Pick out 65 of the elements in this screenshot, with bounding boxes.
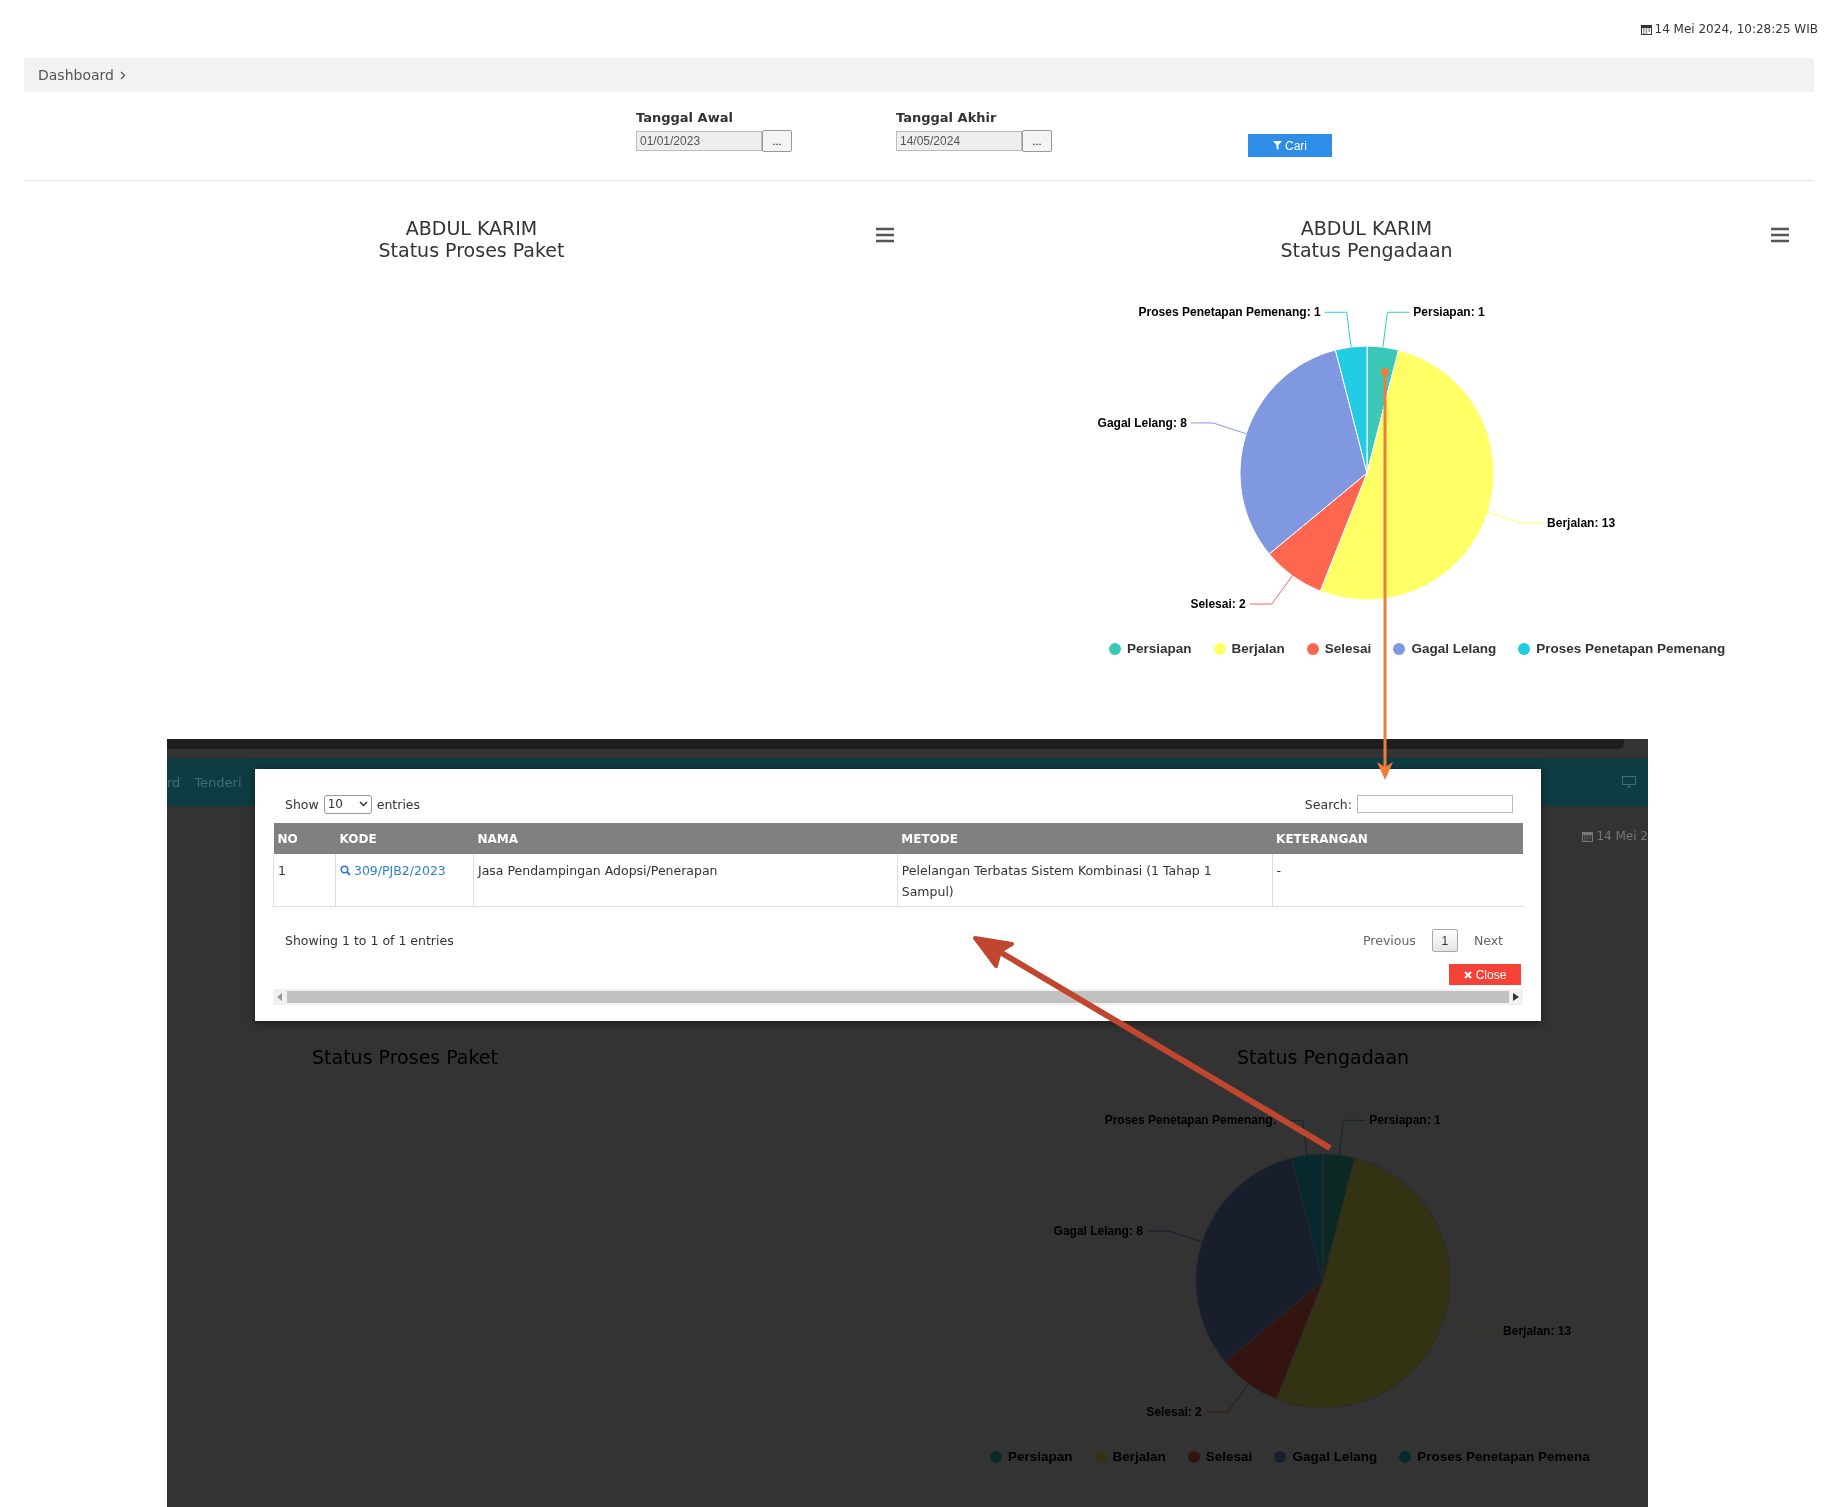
show-label: Show xyxy=(285,796,319,812)
column-header[interactable]: KETERANGAN xyxy=(1272,823,1523,854)
leader-line xyxy=(1205,1383,1249,1413)
data-label: Berjalan: 13 xyxy=(1546,516,1615,531)
caret-icon xyxy=(358,801,368,807)
horizontal-scrollbar[interactable] xyxy=(273,989,1523,1005)
date-time: 14 Mei 2024, 10:28:25 WIB xyxy=(1640,22,1818,36)
date-field[interactable]: 14/05/2024 xyxy=(896,131,1022,151)
date-picker-button[interactable]: ... xyxy=(1022,130,1052,152)
close-icon xyxy=(1463,970,1472,979)
table-cell: Pelelangan Terbatas Sistem Kombinasi (1 Tahap 1 Sampul) xyxy=(901,863,1212,899)
chart-title: ABDUL KARIM xyxy=(1300,217,1433,239)
breadcrumb-link[interactable]: Dashboard xyxy=(38,67,114,83)
entries-label: entries xyxy=(376,796,421,812)
data-label: Proses Penetapan Pemenang: 1 xyxy=(1138,305,1321,320)
legend-item[interactable]: Berjalan xyxy=(1213,641,1285,656)
table-cell: 1 xyxy=(278,863,286,878)
legend-item[interactable]: Proses Penetapan Pemenang xyxy=(1518,641,1726,656)
code-link[interactable]: 309/PJB2/2023 xyxy=(339,860,446,881)
column-header[interactable]: NAMA xyxy=(473,823,898,854)
table-cell: Jasa Pendampingan Adopsi/Penerapan xyxy=(477,863,718,878)
chart-subtitle: Status Pengadaan xyxy=(1280,239,1453,261)
date-field[interactable]: 01/01/2023 xyxy=(636,131,762,151)
leader-line xyxy=(1189,422,1247,435)
monitor-icon xyxy=(1622,776,1636,788)
chart-title: ABDUL KARIM xyxy=(405,217,538,239)
leader-line xyxy=(1248,575,1293,605)
leader-line xyxy=(1338,1119,1366,1156)
field-label: Tanggal Awal xyxy=(636,110,734,125)
column-header[interactable]: NO xyxy=(273,823,336,854)
search-label: Search: xyxy=(1304,796,1352,812)
next-button[interactable]: Next xyxy=(1473,933,1503,948)
search-button[interactable]: Cari xyxy=(1248,134,1332,157)
chevron-icon xyxy=(119,70,126,80)
leader-line xyxy=(1323,311,1352,348)
table-cell: - xyxy=(1276,863,1282,878)
page-button[interactable]: 1 xyxy=(1431,929,1458,952)
data-label: Selesai: 2 xyxy=(1189,597,1246,612)
search-icon xyxy=(339,865,351,876)
table-info: Showing 1 to 1 of 1 entries xyxy=(285,933,454,948)
calendar-icon xyxy=(1640,23,1652,35)
data-label: Gagal Lelang: 8 xyxy=(1097,415,1187,430)
leader-line xyxy=(1443,1319,1500,1332)
leader-line xyxy=(1146,1230,1203,1243)
close-button[interactable]: Close xyxy=(1449,964,1521,985)
arrow-right-icon[interactable] xyxy=(1513,993,1519,1001)
previous-button[interactable]: Previous xyxy=(1363,933,1416,948)
date-picker-button[interactable]: ... xyxy=(762,130,792,152)
legend-item[interactable]: Persiapan xyxy=(1109,641,1192,656)
legend-item[interactable]: Selesai xyxy=(1306,641,1372,656)
legend-item[interactable]: Gagal Lelang xyxy=(1393,641,1497,656)
date-time: 14 Mei 2 xyxy=(1582,829,1648,843)
leader-line xyxy=(1486,511,1544,524)
column-header[interactable]: KODE xyxy=(335,823,474,854)
search-field[interactable] xyxy=(1357,795,1513,813)
calendar-icon xyxy=(1582,830,1594,842)
chart-subtitle: Status Proses Paket xyxy=(378,239,565,261)
leader-line xyxy=(1381,311,1410,348)
filter-icon xyxy=(1273,141,1282,150)
menu-icon[interactable] xyxy=(875,227,895,243)
menu-icon[interactable] xyxy=(1770,227,1790,243)
field-label: Tanggal Akhir xyxy=(896,110,998,125)
column-header[interactable]: METODE xyxy=(897,823,1273,854)
data-label: Persiapan: 1 xyxy=(1412,305,1485,320)
page-length-select[interactable]: 10 xyxy=(323,794,372,814)
